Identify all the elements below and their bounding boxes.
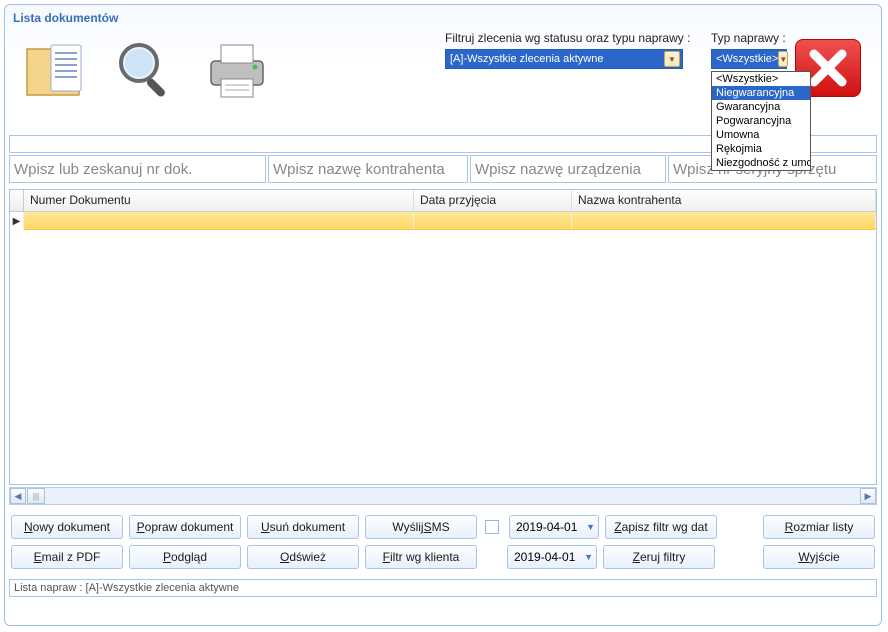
edit-document-button[interactable]: Popraw dokument bbox=[129, 515, 241, 539]
scroll-right-icon[interactable]: ▶ bbox=[860, 488, 876, 504]
date-from-value: 2019-04-01 bbox=[516, 520, 577, 534]
date-to-value: 2019-04-01 bbox=[514, 550, 575, 564]
device-input[interactable] bbox=[470, 155, 666, 183]
filter-client-button[interactable]: Filtr wg klienta bbox=[365, 545, 477, 569]
repair-type-option[interactable]: Pogwarancyjna bbox=[712, 114, 810, 128]
repair-type-section: Typ naprawy : <Wszystkie> ▼ bbox=[711, 31, 787, 69]
chevron-down-icon: ▼ bbox=[586, 522, 595, 532]
exit-button[interactable]: Wyjście bbox=[763, 545, 875, 569]
magnifier-icon[interactable] bbox=[111, 35, 183, 107]
chevron-down-icon: ▼ bbox=[664, 51, 680, 67]
email-pdf-button[interactable]: Email z PDF bbox=[11, 545, 123, 569]
status-filter-dropdown[interactable]: [A]-Wszystkie zlecenia aktywne ▼ bbox=[445, 49, 683, 69]
delete-document-button[interactable]: Usuń dokument bbox=[247, 515, 359, 539]
repair-type-label: Typ naprawy : bbox=[711, 31, 787, 45]
status-filter-label: Filtruj zlecenia wg statusu oraz typu na… bbox=[445, 31, 690, 45]
send-sms-button[interactable]: Wyślij SMS bbox=[365, 515, 477, 539]
new-document-button[interactable]: Nowy dokument bbox=[11, 515, 123, 539]
scroll-left-icon[interactable]: ◀ bbox=[10, 488, 26, 504]
list-size-button[interactable]: Rozmiar listy bbox=[763, 515, 875, 539]
horizontal-scrollbar[interactable]: ◀ ||| ▶ bbox=[9, 487, 877, 505]
panel-title: Lista dokumentów bbox=[5, 5, 881, 31]
chevron-down-icon: ▼ bbox=[584, 552, 593, 562]
repair-type-option[interactable]: Gwarancyjna bbox=[712, 100, 810, 114]
close-icon bbox=[804, 44, 852, 92]
grid-header: Numer Dokumentu Data przyjęcia Nazwa kon… bbox=[10, 190, 876, 212]
main-panel: Lista dokumentów bbox=[4, 4, 882, 626]
chevron-down-icon: ▼ bbox=[778, 51, 788, 67]
folder-document-icon[interactable] bbox=[21, 35, 93, 107]
contractor-input[interactable] bbox=[268, 155, 468, 183]
date-from-picker[interactable]: 2019-04-01 ▼ bbox=[509, 515, 599, 539]
preview-button[interactable]: Podgląd bbox=[129, 545, 241, 569]
scroll-thumb[interactable]: ||| bbox=[27, 488, 45, 504]
repair-type-option[interactable]: Umowna bbox=[712, 128, 810, 142]
repair-type-option[interactable]: Niezgodność z umową bbox=[712, 156, 810, 170]
save-filter-button[interactable]: Zapisz filtr wg dat bbox=[605, 515, 717, 539]
date-filter-checkbox[interactable] bbox=[485, 520, 499, 534]
repair-type-options[interactable]: <Wszystkie> Niegwarancyjna Gwarancyjna P… bbox=[711, 71, 811, 171]
repair-type-option[interactable]: Niegwarancyjna bbox=[712, 86, 810, 100]
row-indicator-icon: ▶ bbox=[10, 212, 24, 230]
repair-type-value: <Wszystkie> bbox=[716, 53, 778, 65]
col-date[interactable]: Data przyjęcia bbox=[414, 190, 572, 211]
cell-date bbox=[414, 212, 572, 230]
col-contractor[interactable]: Nazwa kontrahenta bbox=[572, 190, 876, 211]
status-filter-section: Filtruj zlecenia wg statusu oraz typu na… bbox=[445, 31, 690, 69]
documents-grid[interactable]: Numer Dokumentu Data przyjęcia Nazwa kon… bbox=[9, 189, 877, 485]
button-area: Nowy dokument Popraw dokument Usuń dokum… bbox=[5, 505, 881, 579]
refresh-button[interactable]: Odśwież bbox=[247, 545, 359, 569]
status-bar: Lista napraw : [A]-Wszystkie zlecenia ak… bbox=[9, 579, 877, 597]
clear-filters-button[interactable]: Zeruj filtry bbox=[603, 545, 715, 569]
repair-type-option[interactable]: Rękojmia bbox=[712, 142, 810, 156]
cell-doc bbox=[24, 212, 414, 230]
table-row[interactable]: ▶ bbox=[10, 212, 876, 230]
toolbar: Filtruj zlecenia wg statusu oraz typu na… bbox=[5, 31, 881, 133]
col-doc-number[interactable]: Numer Dokumentu bbox=[24, 190, 414, 211]
status-filter-value: [A]-Wszystkie zlecenia aktywne bbox=[450, 53, 603, 65]
doc-number-input[interactable] bbox=[9, 155, 266, 183]
repair-type-option[interactable]: <Wszystkie> bbox=[712, 72, 810, 86]
row-indicator-header bbox=[10, 190, 24, 211]
printer-icon[interactable] bbox=[201, 35, 273, 107]
repair-type-dropdown[interactable]: <Wszystkie> ▼ bbox=[711, 49, 787, 69]
date-to-picker[interactable]: 2019-04-01 ▼ bbox=[507, 545, 597, 569]
cell-contractor bbox=[572, 212, 876, 230]
